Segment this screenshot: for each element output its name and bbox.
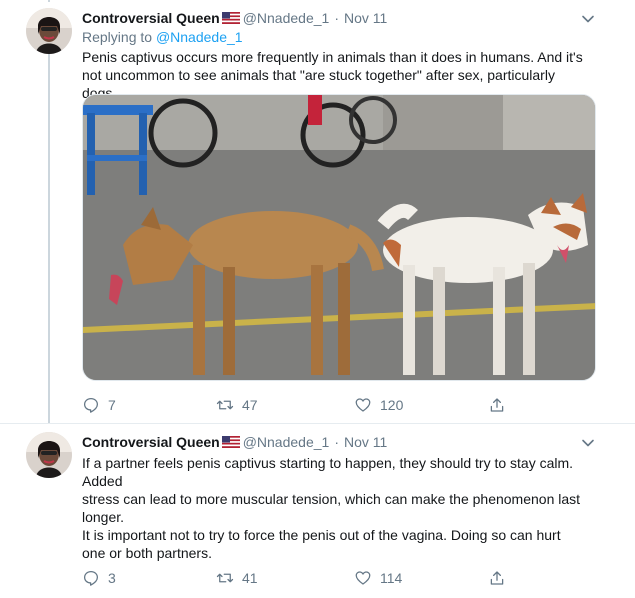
retweet-count: 47: [242, 397, 258, 413]
heart-icon: [355, 398, 371, 412]
retweet-count: 41: [242, 570, 258, 586]
share-icon: [490, 398, 504, 412]
tweet-text-line: If a partner feels penis captivus starti…: [82, 455, 574, 471]
reply-count: 7: [108, 397, 116, 413]
tweet-text-line: stress can lead to more muscular tension…: [82, 491, 581, 507]
reply-count: 3: [108, 570, 116, 586]
tweet-text-line: Penis captivus occurs more frequently in…: [82, 49, 583, 65]
share-icon: [490, 571, 504, 585]
like-button[interactable]: 120: [354, 396, 403, 414]
reply-button[interactable]: 3: [82, 569, 116, 587]
tweet-text-line: longer.: [82, 509, 125, 525]
tweet-header: Controversial Queen @Nnadede_1 · Nov 11: [82, 8, 387, 28]
heart-icon: [355, 571, 371, 585]
replying-prefix: Replying to: [82, 29, 153, 45]
thread-line-top: [48, 0, 50, 2]
tweet-header: Controversial Queen @Nnadede_1 · Nov 11: [82, 432, 387, 452]
tweet[interactable]: Controversial Queen @Nnadede_1 · Nov 11 …: [0, 432, 635, 598]
separator: ·: [334, 10, 339, 26]
tweet-text-line: It is important not to try to force the …: [82, 527, 561, 543]
share-button[interactable]: [488, 569, 514, 587]
author-handle[interactable]: @Nnadede_1: [243, 8, 330, 28]
share-button[interactable]: [488, 396, 514, 414]
author-name[interactable]: Controversial Queen: [82, 8, 220, 28]
retweet-button[interactable]: 41: [216, 569, 258, 587]
retweet-icon: [216, 400, 234, 410]
replying-to: Replying to @Nnadede_1: [82, 28, 243, 46]
author-name[interactable]: Controversial Queen: [82, 432, 220, 452]
retweet-button[interactable]: 47: [216, 396, 258, 414]
tweet[interactable]: Controversial Queen @Nnadede_1 · Nov 11 …: [0, 8, 635, 423]
us-flag-icon: [221, 12, 240, 24]
tweet-actions: 3 41 114: [82, 569, 512, 589]
separator: ·: [334, 434, 339, 450]
us-flag-icon: [221, 436, 240, 448]
tweet-text-line: one or both partners.: [82, 545, 212, 561]
tweet-text: If a partner feels penis captivus starti…: [82, 454, 587, 562]
like-count: 114: [380, 570, 403, 586]
tweet-date[interactable]: Nov 11: [344, 432, 387, 452]
retweet-icon: [216, 573, 234, 583]
reply-button[interactable]: 7: [82, 396, 116, 414]
author-handle[interactable]: @Nnadede_1: [243, 432, 330, 452]
tweet-photo[interactable]: [82, 94, 596, 381]
tweet-text-line: Added: [82, 473, 123, 489]
avatar[interactable]: [26, 432, 72, 478]
reply-icon: [83, 570, 99, 586]
tweet-actions: 7 47 120: [82, 396, 512, 416]
chevron-down-icon[interactable]: [581, 436, 595, 450]
tweet-divider: [0, 423, 635, 424]
chevron-down-icon[interactable]: [581, 12, 595, 26]
like-count: 120: [380, 397, 404, 413]
avatar[interactable]: [26, 8, 72, 54]
replying-mention[interactable]: @Nnadede_1: [156, 29, 243, 45]
reply-icon: [83, 397, 99, 413]
like-button[interactable]: 114: [354, 569, 402, 587]
tweet-date[interactable]: Nov 11: [344, 8, 387, 28]
